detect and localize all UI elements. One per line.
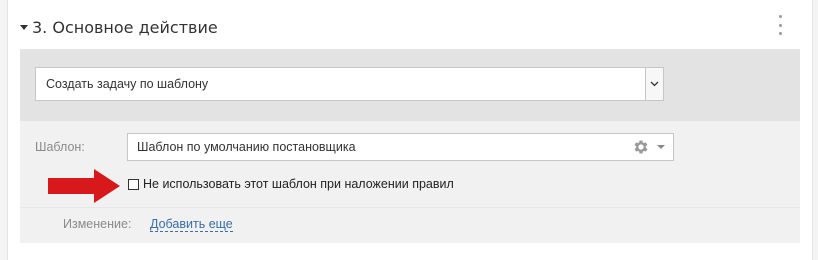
- caret-down-icon[interactable]: [20, 25, 28, 30]
- template-label: Шаблон:: [35, 140, 85, 154]
- rules-checkbox-row[interactable]: Не использовать этот шаблон при наложени…: [128, 177, 454, 191]
- template-value: Шаблон по умолчанию постановщика: [137, 140, 356, 154]
- action-type-select[interactable]: Создать задачу по шаблону: [35, 67, 664, 101]
- main-action-block: Создать задачу по шаблону: [20, 49, 800, 121]
- rules-checkbox-label[interactable]: Не использовать этот шаблон при наложени…: [143, 177, 454, 191]
- change-label: Изменение:: [63, 217, 132, 231]
- add-more-link[interactable]: Добавить еще: [150, 217, 233, 232]
- rules-checkbox[interactable]: [128, 178, 139, 190]
- red-arrow-icon: [48, 169, 120, 203]
- template-block: Шаблон: Шаблон по умолчанию постановщика…: [20, 121, 800, 243]
- kebab-menu-icon[interactable]: [775, 15, 785, 35]
- caret-down-icon[interactable]: [657, 145, 665, 149]
- action-panel: 3. Основное действие Создать задачу по ш…: [7, 0, 813, 260]
- gear-icon[interactable]: [632, 138, 650, 156]
- chevron-down-icon[interactable]: [645, 68, 663, 100]
- section-title: 3. Основное действие: [32, 17, 218, 37]
- template-select[interactable]: Шаблон по умолчанию постановщика: [127, 133, 674, 161]
- divider: [20, 207, 800, 208]
- section-header[interactable]: 3. Основное действие: [20, 14, 218, 40]
- action-type-value: Создать задачу по шаблону: [46, 77, 209, 91]
